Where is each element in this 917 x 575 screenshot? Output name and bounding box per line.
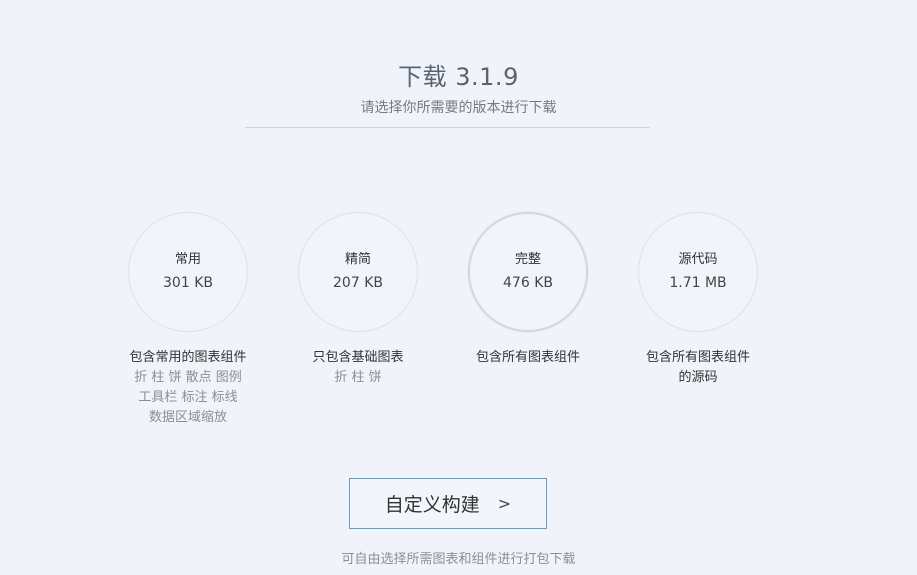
description-line: 工具栏 标注 标线 [138, 390, 238, 405]
package-source[interactable]: 源代码 1.71 MB 包含所有图表组件 的源码 [613, 212, 783, 388]
description-line: 折 柱 饼 散点 图例 [134, 370, 242, 385]
download-header: 下载 3.1.9 请选择你所需要的版本进行下载 [0, 60, 917, 118]
package-full[interactable]: 完整 476 KB 包含所有图表组件 [443, 212, 613, 368]
description-line: 数据区域缩放 [148, 410, 227, 425]
description-main: 只包含基础图表 [312, 350, 404, 365]
description-main-continued: 的源码 [678, 370, 718, 385]
header-divider [245, 127, 650, 128]
chevron-right-icon: > [497, 494, 512, 513]
package-size: 476 KB [503, 275, 553, 291]
custom-build-note: 可自由选择所需图表和组件进行打包下载 [341, 552, 576, 567]
package-description: 只包含基础图表 折 柱 饼 [273, 348, 443, 388]
package-common[interactable]: 常用 301 KB 包含常用的图表组件 折 柱 饼 散点 图例 工具栏 标注 标… [103, 212, 273, 428]
package-size: 301 KB [163, 275, 213, 291]
package-description: 包含所有图表组件 的源码 [613, 348, 783, 388]
description-main: 包含常用的图表组件 [129, 350, 247, 365]
package-full-button[interactable]: 完整 476 KB [468, 212, 588, 332]
package-name: 精简 [344, 252, 371, 267]
page-title: 下载 3.1.9 [398, 63, 519, 91]
package-size: 207 KB [333, 275, 383, 291]
description-main: 包含所有图表组件 [475, 350, 580, 365]
custom-build-label: 自定义构建 [384, 494, 480, 516]
package-name: 常用 [174, 252, 201, 267]
description-main: 包含所有图表组件 [645, 350, 750, 365]
package-name: 完整 [514, 252, 541, 267]
package-common-button[interactable]: 常用 301 KB [128, 212, 248, 332]
package-simple-button[interactable]: 精简 207 KB [298, 212, 418, 332]
description-line: 折 柱 饼 [334, 370, 382, 385]
package-description: 包含所有图表组件 [443, 348, 613, 368]
package-size: 1.71 MB [669, 275, 727, 291]
package-simple[interactable]: 精简 207 KB 只包含基础图表 折 柱 饼 [273, 212, 443, 388]
package-description: 包含常用的图表组件 折 柱 饼 散点 图例 工具栏 标注 标线 数据区域缩放 [103, 348, 273, 428]
package-source-button[interactable]: 源代码 1.71 MB [638, 212, 758, 332]
custom-build-button[interactable]: 自定义构建 > [349, 478, 547, 529]
page-subtitle: 请选择你所需要的版本进行下载 [360, 100, 557, 116]
package-name: 源代码 [678, 252, 718, 267]
